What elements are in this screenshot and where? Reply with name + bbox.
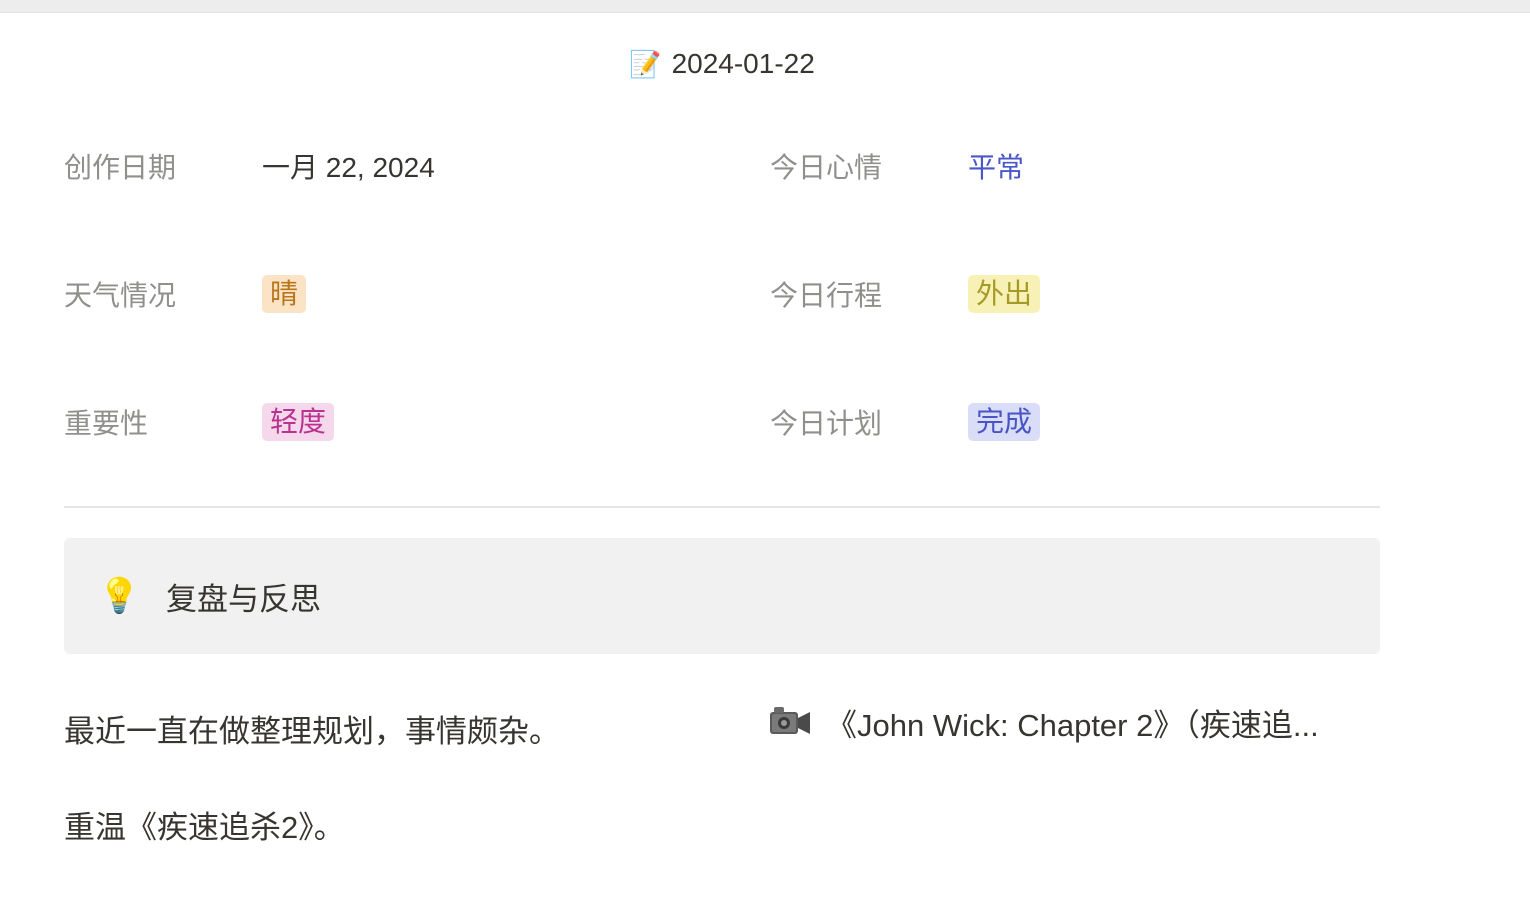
property-label: 今日行程 [770,280,883,311]
property-mood[interactable]: 今日心情 平常 [770,144,1024,188]
property-importance[interactable]: 重要性 轻度 [64,400,335,444]
linked-page-title[interactable]: 《John Wick: Chapter 2》（疾速追... [826,700,1319,744]
window-top-bar [0,0,1530,13]
mood-value[interactable]: 平常 [968,146,1024,186]
linked-page-movie[interactable]: 《John Wick: Chapter 2》（疾速追... [768,700,1368,744]
created-date-value[interactable]: 一月 22, 2024 [262,146,435,186]
plan-tag[interactable]: 完成 [968,403,1041,441]
schedule-tag[interactable]: 外出 [968,275,1041,313]
property-label: 创作日期 [64,152,177,183]
video-camera-icon [770,707,810,734]
paragraph-text[interactable]: 重温《疾速追杀2》。 [64,802,345,847]
property-label: 重要性 [64,408,149,439]
page-title: 📝 2024-01-22 [0,44,1444,85]
property-plan[interactable]: 今日计划 完成 [770,400,1041,444]
property-created-date[interactable]: 创作日期 一月 22, 2024 [64,144,435,188]
page-title-text: 2024-01-22 [671,48,815,79]
paragraph-text[interactable]: 最近一直在做整理规划，事情颇杂。 [64,706,560,751]
property-label: 今日计划 [770,408,883,439]
callout-block[interactable]: 💡 复盘与反思 [64,538,1380,654]
property-label: 天气情况 [64,280,177,311]
importance-tag[interactable]: 轻度 [262,403,335,441]
divider [64,506,1380,508]
property-schedule[interactable]: 今日行程 外出 [770,272,1041,316]
memo-icon: 📝 [629,50,662,80]
lightbulb-icon: 💡 [98,576,141,616]
callout-text[interactable]: 复盘与反思 [166,574,321,619]
weather-tag[interactable]: 晴 [262,275,307,313]
property-weather[interactable]: 天气情况 晴 [64,272,307,316]
property-label: 今日心情 [770,152,883,183]
